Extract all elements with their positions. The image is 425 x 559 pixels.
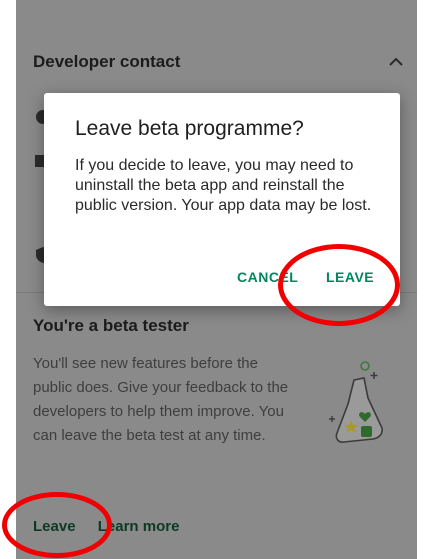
beta-links: Leave Learn more <box>33 518 197 535</box>
cancel-button[interactable]: CANCEL <box>237 269 298 285</box>
beta-tester-title: You're a beta tester <box>33 316 189 335</box>
beta-tester-description: You'll see new features before the publi… <box>33 355 289 444</box>
learn-more-link[interactable]: Learn more <box>98 518 180 535</box>
leave-beta-dialog: Leave beta programme? If you decide to l… <box>44 93 400 306</box>
developer-contact-title: Developer contact <box>33 52 181 71</box>
leave-beta-link[interactable]: Leave <box>33 518 76 535</box>
dialog-message: If you decide to leave, you may need to … <box>75 157 372 214</box>
chevron-up-icon[interactable] <box>386 54 406 68</box>
leave-button[interactable]: LEAVE <box>326 269 374 285</box>
beta-flask-illustration <box>329 361 383 443</box>
dialog-title: Leave beta programme? <box>75 117 304 140</box>
